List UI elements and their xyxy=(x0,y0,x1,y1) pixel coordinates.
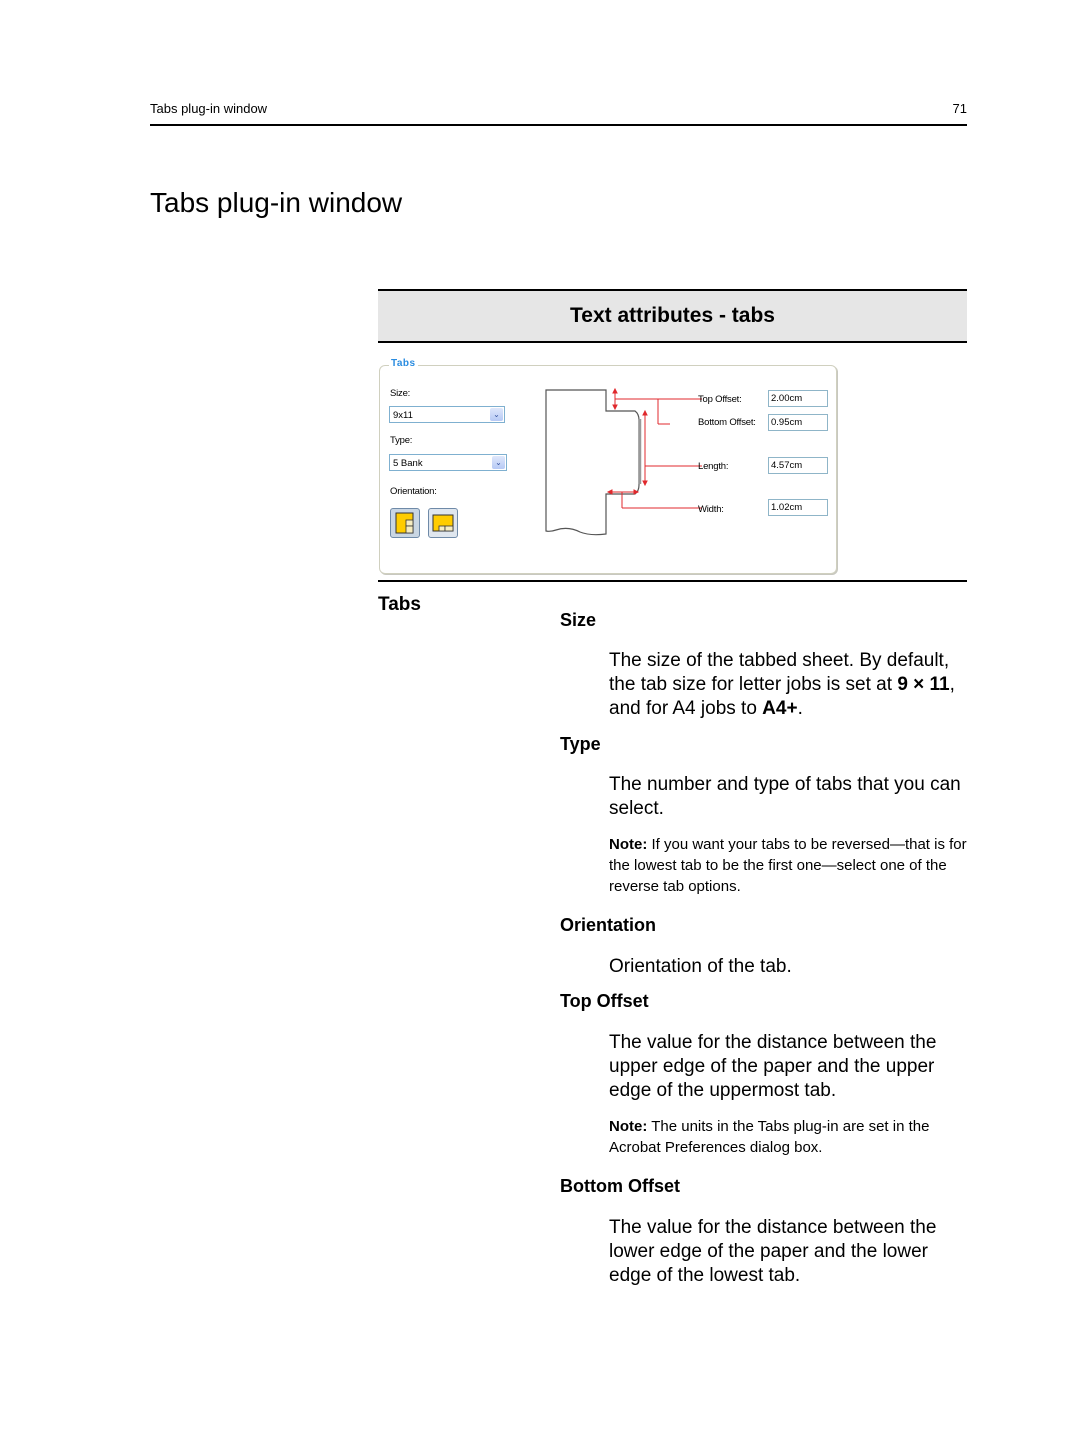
size-label: Size: xyxy=(390,388,411,399)
type-dropdown[interactable]: 5 Bank ⌄ xyxy=(389,454,507,471)
entry-heading-top-offset: Top Offset xyxy=(560,991,649,1011)
width-dimension xyxy=(606,489,702,509)
length-label: Length: xyxy=(698,461,729,472)
entry-heading-type: Type xyxy=(560,734,601,754)
orientation-label: Orientation: xyxy=(390,486,437,497)
note-type: Note: If you want your tabs to be revers… xyxy=(609,834,969,897)
tabs-group-legend: Tabs xyxy=(389,358,418,369)
top-offset-label: Top Offset: xyxy=(698,394,742,405)
type-label: Type: xyxy=(390,435,413,446)
entry-text-size: The size of the tabbed sheet. By default… xyxy=(609,649,969,721)
table-rule xyxy=(378,580,967,582)
entry-heading-bottom-offset: Bottom Offset xyxy=(560,1176,680,1196)
orientation-landscape-button[interactable] xyxy=(428,508,458,538)
header-rule xyxy=(150,124,967,126)
tabs-group-box: Tabs Size: 9x11 ⌄ Type: 5 Bank ⌄ Orienta… xyxy=(379,358,837,574)
bottom-offset-label: Bottom Offset: xyxy=(698,417,756,428)
note-top-offset: Note: The units in the Tabs plug-in are … xyxy=(609,1116,969,1158)
width-label: Width: xyxy=(698,504,724,515)
entry-text-top-offset: The value for the distance between the u… xyxy=(609,1032,937,1101)
portrait-tab-icon xyxy=(395,512,414,534)
page-number: 71 xyxy=(952,101,967,116)
width-input[interactable]: 1.02cm xyxy=(768,499,828,516)
size-letter-default: 9 × 11 xyxy=(897,674,950,695)
entry-text-type: The number and type of tabs that you can… xyxy=(609,774,961,819)
size-text-post: . xyxy=(797,698,803,719)
entry-heading-orientation: Orientation xyxy=(560,915,657,935)
page-title: Tabs plug-in window xyxy=(150,187,403,218)
size-a4-default: A4+ xyxy=(762,698,798,719)
size-dropdown[interactable]: 9x11 ⌄ xyxy=(389,406,505,423)
tab-sheet-outline xyxy=(545,389,640,536)
chevron-down-icon[interactable]: ⌄ xyxy=(490,408,503,421)
note-label: Note: xyxy=(609,836,648,853)
figure-title-bar: Text attributes - tabs xyxy=(378,289,967,343)
type-dropdown-value: 5 Bank xyxy=(393,458,423,469)
orientation-portrait-button[interactable] xyxy=(390,508,420,538)
length-dimension xyxy=(642,409,702,487)
top-offset-input[interactable]: 2.00cm xyxy=(768,390,828,407)
bottom-offset-input[interactable]: 0.95cm xyxy=(768,414,828,431)
length-input[interactable]: 4.57cm xyxy=(768,457,828,474)
note-body: The units in the Tabs plug-in are set in… xyxy=(609,1118,930,1156)
entry-text-bottom-offset: The value for the distance between the l… xyxy=(609,1217,937,1286)
landscape-tab-icon xyxy=(432,514,454,532)
size-dropdown-value: 9x11 xyxy=(393,410,413,421)
row-label: Tabs xyxy=(378,594,421,615)
note-label: Note: xyxy=(609,1118,648,1135)
running-header: Tabs plug-in window 71 xyxy=(150,101,967,116)
entry-text-orientation: Orientation of the tab. xyxy=(609,956,792,977)
figure-title: Text attributes - tabs xyxy=(570,304,775,327)
chevron-down-icon[interactable]: ⌄ xyxy=(492,456,505,469)
entry-heading-size: Size xyxy=(560,610,597,630)
running-header-section: Tabs plug-in window xyxy=(150,101,268,116)
note-body: If you want your tabs to be reversed—tha… xyxy=(609,836,967,895)
